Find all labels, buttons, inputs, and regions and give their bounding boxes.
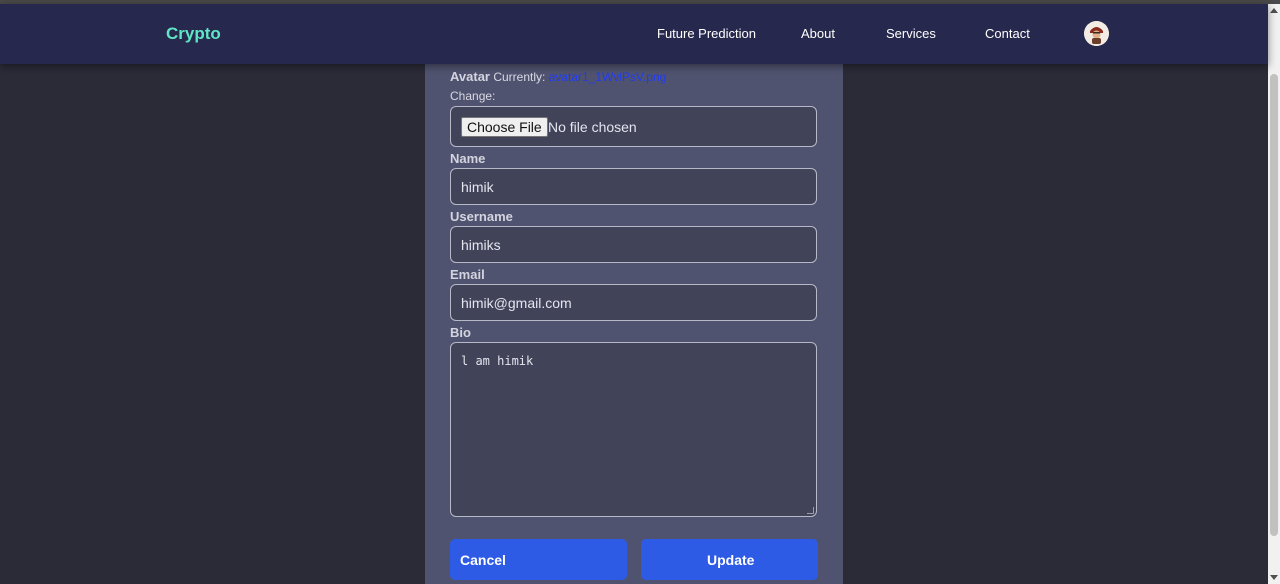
currently-label: Currently: xyxy=(493,70,546,84)
name-label: Name xyxy=(450,151,486,166)
brand-logo[interactable]: Crypto xyxy=(166,24,221,44)
bio-textarea[interactable]: l am himik xyxy=(450,342,817,517)
email-value: himik@gmail.com xyxy=(461,295,572,311)
avatar-file-input[interactable]: Choose File No file chosen xyxy=(450,106,817,147)
nav-link-about[interactable]: About xyxy=(801,26,835,41)
current-avatar-link[interactable]: avatar1_1WvlPsV.png xyxy=(549,70,667,84)
bio-label: Bio xyxy=(450,325,471,340)
no-file-chosen-text: No file chosen xyxy=(548,119,637,135)
navbar: Crypto Future Prediction About Services … xyxy=(0,4,1268,64)
update-button-label: Update xyxy=(707,552,755,568)
username-value: himiks xyxy=(461,237,501,253)
bio-value: l am himik xyxy=(461,354,534,368)
name-value: himik xyxy=(461,179,494,195)
email-label: Email xyxy=(450,267,485,282)
name-input[interactable]: himik xyxy=(450,168,817,205)
choose-file-button[interactable]: Choose File xyxy=(461,117,548,137)
update-button[interactable]: Update xyxy=(641,539,818,580)
nav-link-future-prediction[interactable]: Future Prediction xyxy=(657,26,756,41)
cancel-button-label: Cancel xyxy=(460,552,506,568)
email-input[interactable]: himik@gmail.com xyxy=(450,284,817,321)
profile-edit-form: Avatar Currently: avatar1_1WvlPsV.png Ch… xyxy=(425,64,843,584)
cancel-button[interactable]: Cancel xyxy=(450,539,627,580)
user-avatar-icon[interactable] xyxy=(1084,21,1109,46)
change-label: Change: xyxy=(450,89,496,103)
username-label: Username xyxy=(450,209,513,224)
nav-link-contact[interactable]: Contact xyxy=(985,26,1030,41)
username-input[interactable]: himiks xyxy=(450,226,817,263)
nav-link-services[interactable]: Services xyxy=(886,26,936,41)
page-scrollbar[interactable] xyxy=(1268,4,1280,584)
scroll-thumb[interactable] xyxy=(1270,74,1278,536)
avatar-current-row: Avatar Currently: avatar1_1WvlPsV.png xyxy=(450,69,666,84)
scroll-down-icon[interactable] xyxy=(1270,575,1278,580)
resize-grip-icon[interactable] xyxy=(807,507,814,514)
avatar-label: Avatar xyxy=(450,69,490,84)
scroll-up-icon[interactable] xyxy=(1270,8,1278,13)
